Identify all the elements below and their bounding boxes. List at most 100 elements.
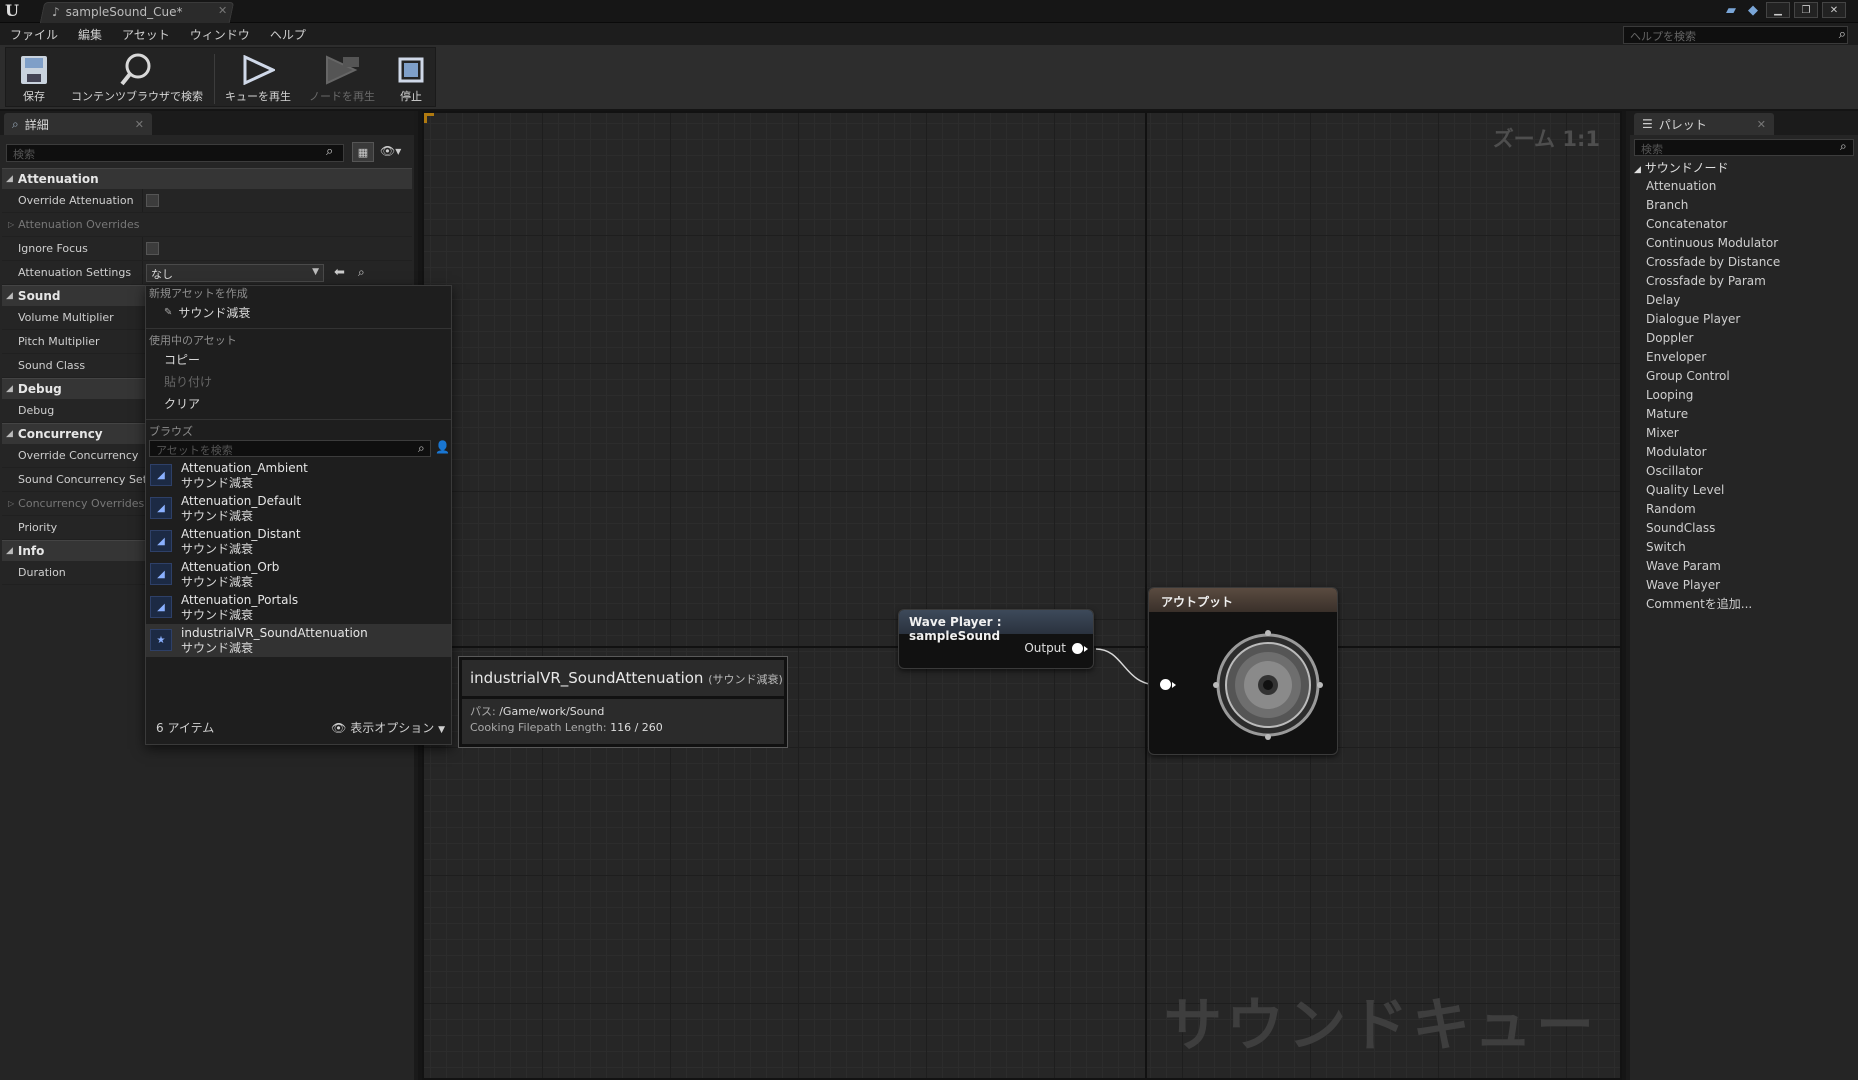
prop-override-attenuation: Override Attenuation (2, 189, 412, 213)
palette-tab[interactable]: ☰ パレット ✕ (1634, 113, 1774, 135)
speaker-icon (1213, 630, 1323, 740)
palette-item[interactable]: SoundClass (1646, 519, 1856, 538)
minimize-button[interactable]: ▁ (1766, 2, 1790, 18)
palette-item[interactable]: Branch (1646, 196, 1856, 215)
details-tab[interactable]: ⌕ 詳細 ✕ (4, 113, 152, 135)
help-search-input[interactable]: ヘルプを検索 (1623, 26, 1848, 44)
find-in-content-browser-button[interactable]: コンテンツブラウザで検索 (58, 52, 216, 104)
palette-item[interactable]: Switch (1646, 538, 1856, 557)
palette-item[interactable]: Commentを追加... (1646, 595, 1856, 614)
close-tab-icon[interactable]: ✕ (1757, 118, 1766, 131)
asset-type: サウンド減衰 (181, 608, 254, 622)
palette-item[interactable]: Wave Player (1646, 576, 1856, 595)
search-icon[interactable]: ⌕ (1840, 139, 1847, 154)
category-attenuation[interactable]: ◢ Attenuation (2, 168, 412, 189)
asset-row[interactable]: ◢ Attenuation_Portals サウンド減衰 (146, 591, 451, 624)
output-node[interactable]: アウトプット (1148, 587, 1338, 755)
search-icon[interactable]: ⌕ (326, 144, 333, 159)
override-attenuation-checkbox[interactable] (146, 194, 159, 207)
close-tab-icon[interactable]: ✕ (218, 4, 227, 17)
property-matrix-icon[interactable]: ▦ (352, 142, 374, 162)
details-search-input[interactable]: 検索 (6, 144, 344, 162)
search-icon[interactable]: ⌕ (1839, 27, 1846, 42)
create-sound-attenuation-item[interactable]: ✎ サウンド減衰 (146, 302, 451, 324)
output-pin-icon[interactable] (1072, 642, 1088, 654)
stop-icon (390, 52, 432, 88)
use-selected-arrow-icon[interactable]: ⬅ (334, 265, 345, 280)
menu-file[interactable]: ファイル (10, 26, 58, 43)
graph-origin-vertical-line (1145, 113, 1147, 1078)
maximize-button[interactable]: ❐ (1794, 2, 1818, 18)
view-options-eye-icon[interactable]: 👁▾ (380, 144, 401, 158)
palette-item[interactable]: Modulator (1646, 443, 1856, 462)
browse-search-icon[interactable]: ⌕ (358, 265, 365, 280)
menu-asset[interactable]: アセット (122, 26, 170, 43)
asset-row[interactable]: ◢ Attenuation_Orb サウンド減衰 (146, 558, 451, 591)
asset-name: Attenuation_Default (181, 494, 302, 508)
palette-item[interactable]: Delay (1646, 291, 1856, 310)
save-button[interactable]: 保存 (12, 52, 56, 104)
sound-cue-editor-window: U ♪ sampleSound_Cue* ✕ ▰ ◆ ▁ ❐ ✕ ファイル 編集… (0, 0, 1858, 1080)
view-options-button[interactable]: 👁 表示オプション ▼ (331, 719, 445, 736)
palette-search-input[interactable]: 検索 (1634, 139, 1854, 156)
close-tab-icon[interactable]: ✕ (135, 118, 144, 131)
palette-item[interactable]: Dialogue Player (1646, 310, 1856, 329)
palette-category-sound-nodes[interactable]: ◢ サウンドノード (1634, 159, 1729, 176)
eye-icon: 👁 (331, 721, 347, 735)
close-window-button[interactable]: ✕ (1822, 2, 1846, 18)
palette-item[interactable]: Continuous Modulator (1646, 234, 1856, 253)
palette-item[interactable]: Quality Level (1646, 481, 1856, 500)
palette-item[interactable]: Mixer (1646, 424, 1856, 443)
stop-button[interactable]: 停止 (390, 52, 432, 104)
asset-type: サウンド減衰 (181, 476, 254, 490)
asset-search-input[interactable]: アセットを検索 ⌕ (149, 440, 431, 457)
category-label: Concurrency (17, 427, 103, 441)
copy-item[interactable]: コピー (146, 349, 451, 371)
palette-item[interactable]: Attenuation (1646, 177, 1856, 196)
prop-label: Attenuation Overrides (18, 218, 140, 231)
create-asset-header: 新規アセットを作成 (149, 287, 248, 300)
path-label: パス: (470, 705, 496, 718)
play-node-button[interactable]: ノードを再生 (304, 52, 380, 104)
menu-edit[interactable]: 編集 (78, 26, 102, 43)
menu-window[interactable]: ウィンドウ (190, 26, 250, 43)
clear-item[interactable]: クリア (146, 393, 451, 415)
divider (146, 419, 451, 420)
title-bar: U ♪ sampleSound_Cue* ✕ ▰ ◆ ▁ ❐ ✕ (0, 0, 1858, 23)
new-asset-icon: ✎ (164, 307, 173, 318)
palette-item[interactable]: Wave Param (1646, 557, 1856, 576)
asset-row-hovered[interactable]: ★ industrialVR_SoundAttenuation サウンド減衰 (146, 624, 451, 657)
asset-row[interactable]: ◢ Attenuation_Default サウンド減衰 (146, 492, 451, 525)
palette-item[interactable]: Enveloper (1646, 348, 1856, 367)
paste-item[interactable]: 貼り付け (146, 371, 451, 393)
toolbar-group: 保存 コンテンツブラウザで検索 キューを再生 ノードを再生 停止 (5, 47, 436, 107)
palette-item[interactable]: Mature (1646, 405, 1856, 424)
sound-attenuation-icon: ◢ (150, 596, 172, 618)
attenuation-settings-dropdown[interactable]: なし ▼ (146, 264, 324, 282)
palette-item[interactable]: Crossfade by Param (1646, 272, 1856, 291)
search-icon[interactable]: ⌕ (418, 441, 425, 456)
palette-item[interactable]: Random (1646, 500, 1856, 519)
input-pin-icon[interactable] (1160, 679, 1176, 690)
prop-attenuation-overrides[interactable]: ▷ Attenuation Overrides (2, 213, 412, 237)
chat-icon[interactable]: ▰ (1722, 2, 1740, 18)
asset-row[interactable]: ◢ Attenuation_Ambient サウンド減衰 (146, 459, 451, 492)
palette-item[interactable]: Oscillator (1646, 462, 1856, 481)
tooltip-cooking-row: Cooking Filepath Length: 116 / 260 (470, 720, 776, 736)
sound-attenuation-icon: ◢ (150, 530, 172, 552)
sound-cue-graph-canvas[interactable]: ズーム 1:1 サウンドキュー Wave Player : sampleSoun… (422, 111, 1622, 1080)
learn-icon[interactable]: ◆ (1744, 2, 1762, 18)
palette-item[interactable]: Concatenator (1646, 215, 1856, 234)
play-cue-button[interactable]: キューを再生 (220, 52, 296, 104)
ignore-focus-checkbox[interactable] (146, 242, 159, 255)
palette-item[interactable]: Doppler (1646, 329, 1856, 348)
unreal-logo-icon[interactable]: U (5, 2, 23, 20)
palette-item[interactable]: Group Control (1646, 367, 1856, 386)
palette-item[interactable]: Crossfade by Distance (1646, 253, 1856, 272)
asset-row[interactable]: ◢ Attenuation_Distant サウンド減衰 (146, 525, 451, 558)
palette-item[interactable]: Looping (1646, 386, 1856, 405)
user-filter-icon[interactable]: 👤 (435, 440, 450, 454)
wave-player-node[interactable]: Wave Player : sampleSound Output (898, 609, 1094, 669)
menu-help[interactable]: ヘルプ (270, 26, 306, 43)
asset-name: industrialVR_SoundAttenuation (181, 626, 368, 640)
